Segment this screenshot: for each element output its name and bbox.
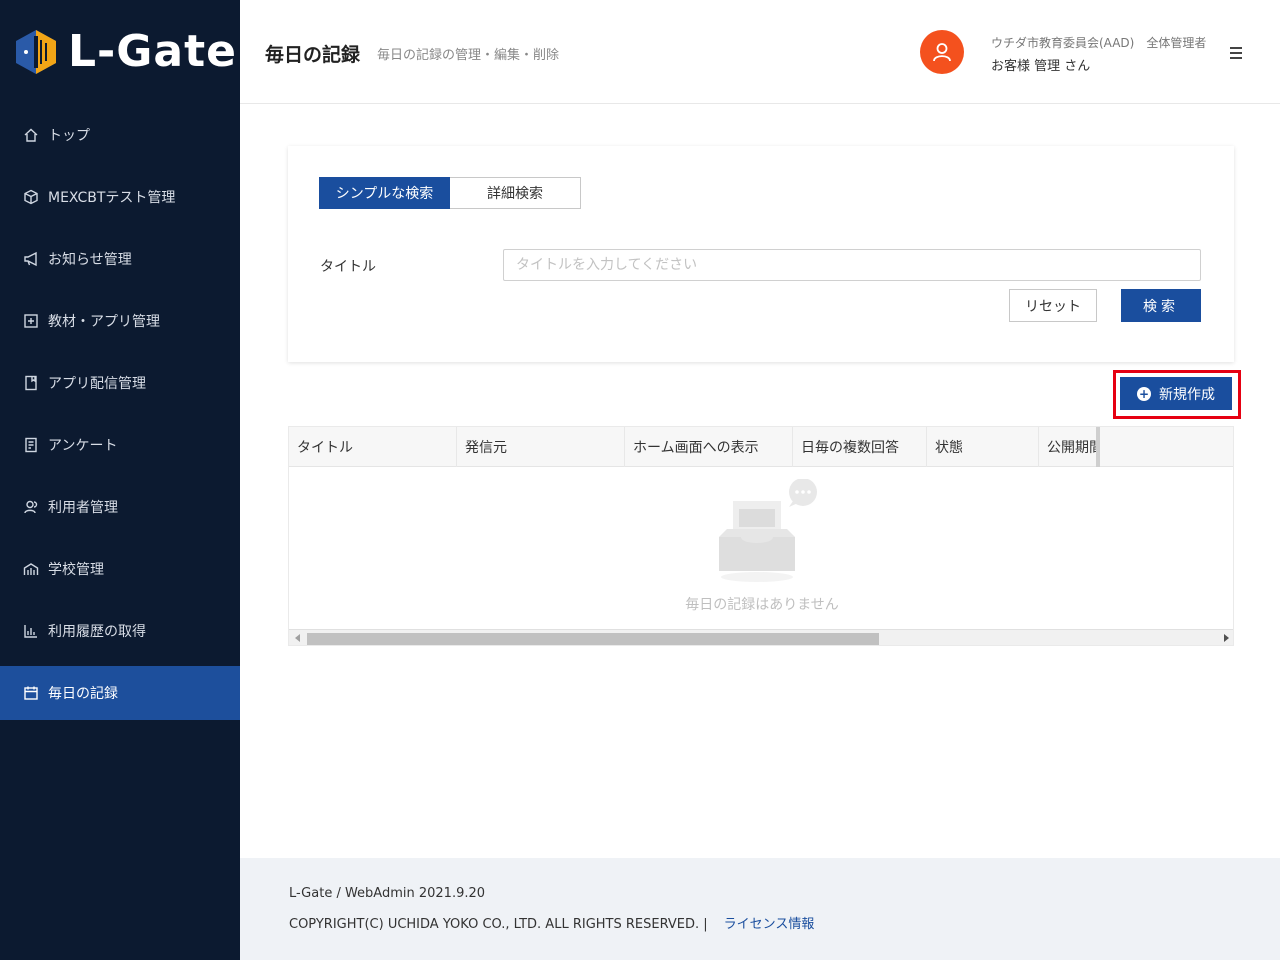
title-field-label: タイトル <box>320 259 376 275</box>
hamburger-menu-icon[interactable] <box>1230 44 1248 60</box>
scrollbar-thumb[interactable] <box>307 633 879 645</box>
sidebar-item-label: 教材・アプリ管理 <box>48 314 160 330</box>
column-header-multiple-answers[interactable]: 日毎の複数回答 <box>793 427 927 467</box>
column-header-publish-period[interactable]: 公開期間 <box>1039 427 1099 467</box>
calendar-icon <box>22 684 40 702</box>
sidebar-item-survey[interactable]: アンケート <box>0 414 240 476</box>
logo-hexagon-icon <box>16 30 56 74</box>
create-new-label: 新規作成 <box>1159 386 1215 403</box>
search-panel: シンプルな検索 詳細検索 タイトル リセット 検索 <box>288 146 1234 362</box>
tab-advanced-search[interactable]: 詳細検索 <box>450 177 581 209</box>
logo[interactable]: L-Gate <box>14 26 237 78</box>
search-tabs: シンプルな検索 詳細検索 <box>319 177 581 209</box>
sidebar-item-daily-records[interactable]: 毎日の記録 <box>0 666 240 720</box>
license-link[interactable]: ライセンス情報 <box>724 917 815 932</box>
footer: L-Gate / WebAdmin 2021.9.20 COPYRIGHT(C)… <box>240 858 1280 960</box>
sidebar-item-notices[interactable]: お知らせ管理 <box>0 228 240 290</box>
search-button[interactable]: 検索 <box>1121 289 1201 322</box>
sidebar-item-label: 毎日の記録 <box>48 686 118 702</box>
users-icon <box>22 498 40 516</box>
logo-text: L-Gate <box>68 26 237 77</box>
new-button-highlight: + 新規作成 <box>1113 370 1241 419</box>
plus-square-icon <box>22 312 40 330</box>
school-icon <box>22 560 40 578</box>
empty-inbox-icon <box>719 479 817 582</box>
empty-message: 毎日の記録はありません <box>685 597 839 613</box>
sidebar-nav: トップ MEXCBTテスト管理 お知らせ管理 教材・アプリ管理 アプリ配信管理 … <box>0 104 240 720</box>
sidebar-item-top[interactable]: トップ <box>0 104 240 166</box>
cube-icon <box>22 188 40 206</box>
column-header-title[interactable]: タイトル <box>289 427 457 467</box>
column-header-status[interactable]: 状態 <box>927 427 1039 467</box>
user-organization: ウチダ市教育委員会(AAD) 全体管理者 <box>991 36 1207 50</box>
bar-chart-icon <box>22 622 40 640</box>
title-search-input[interactable] <box>503 249 1201 281</box>
sidebar-item-label: アンケート <box>48 438 118 454</box>
sidebar-item-label: アプリ配信管理 <box>48 376 146 392</box>
sidebar: L-Gate トップ MEXCBTテスト管理 お知らせ管理 教材・アプリ管理 ア… <box>0 0 240 960</box>
column-header-home-display[interactable]: ホーム画面への表示 <box>625 427 793 467</box>
sidebar-item-label: 利用履歴の取得 <box>48 624 146 640</box>
sidebar-item-label: お知らせ管理 <box>48 252 132 268</box>
page-subtitle: 毎日の記録の管理・編集・削除 <box>377 48 560 63</box>
create-new-button[interactable]: + 新規作成 <box>1120 377 1232 410</box>
horizontal-scrollbar[interactable] <box>289 629 1233 645</box>
sidebar-item-schools[interactable]: 学校管理 <box>0 538 240 600</box>
footer-copyright-line: COPYRIGHT(C) UCHIDA YOKO CO., LTD. ALL R… <box>289 913 814 932</box>
footer-copyright: COPYRIGHT(C) UCHIDA YOKO CO., LTD. ALL R… <box>289 917 708 932</box>
sidebar-item-label: MEXCBTテスト管理 <box>48 190 176 206</box>
fixed-column-shadow <box>1096 427 1100 467</box>
sidebar-item-materials[interactable]: 教材・アプリ管理 <box>0 290 240 352</box>
sidebar-item-mexcbt[interactable]: MEXCBTテスト管理 <box>0 166 240 228</box>
sidebar-item-app-delivery[interactable]: アプリ配信管理 <box>0 352 240 414</box>
table-header: タイトル 発信元 ホーム画面への表示 日毎の複数回答 状態 公開期間 <box>289 427 1233 467</box>
main-content: シンプルな検索 詳細検索 タイトル リセット 検索 + 新規作成 タイトル 発信… <box>240 104 1280 858</box>
sidebar-item-label: 学校管理 <box>48 562 104 578</box>
header: 毎日の記録 毎日の記録の管理・編集・削除 ウチダ市教育委員会(AAD) 全体管理… <box>240 0 1280 104</box>
sidebar-item-label: 利用者管理 <box>48 500 118 516</box>
scroll-left-arrow-icon[interactable] <box>295 634 300 642</box>
page-title: 毎日の記録 <box>265 44 361 66</box>
plus-circle-icon: + <box>1137 386 1151 401</box>
footer-version: L-Gate / WebAdmin 2021.9.20 <box>289 886 486 901</box>
reset-button[interactable]: リセット <box>1009 289 1097 322</box>
avatar[interactable] <box>920 30 964 74</box>
user-name: お客様 管理 さん <box>991 59 1091 74</box>
sidebar-item-users[interactable]: 利用者管理 <box>0 476 240 538</box>
records-table: タイトル 発信元 ホーム画面への表示 日毎の複数回答 状態 公開期間 毎日の記録… <box>288 426 1234 646</box>
sidebar-item-usage-history[interactable]: 利用履歴の取得 <box>0 600 240 662</box>
user-icon <box>933 43 951 62</box>
scroll-right-arrow-icon[interactable] <box>1224 634 1229 642</box>
megaphone-icon <box>22 250 40 268</box>
column-header-sender[interactable]: 発信元 <box>457 427 625 467</box>
survey-icon <box>22 436 40 454</box>
bookmark-icon <box>22 374 40 392</box>
sidebar-item-label: トップ <box>48 128 90 144</box>
tab-simple-search[interactable]: シンプルな検索 <box>319 177 450 209</box>
home-icon <box>22 126 40 144</box>
